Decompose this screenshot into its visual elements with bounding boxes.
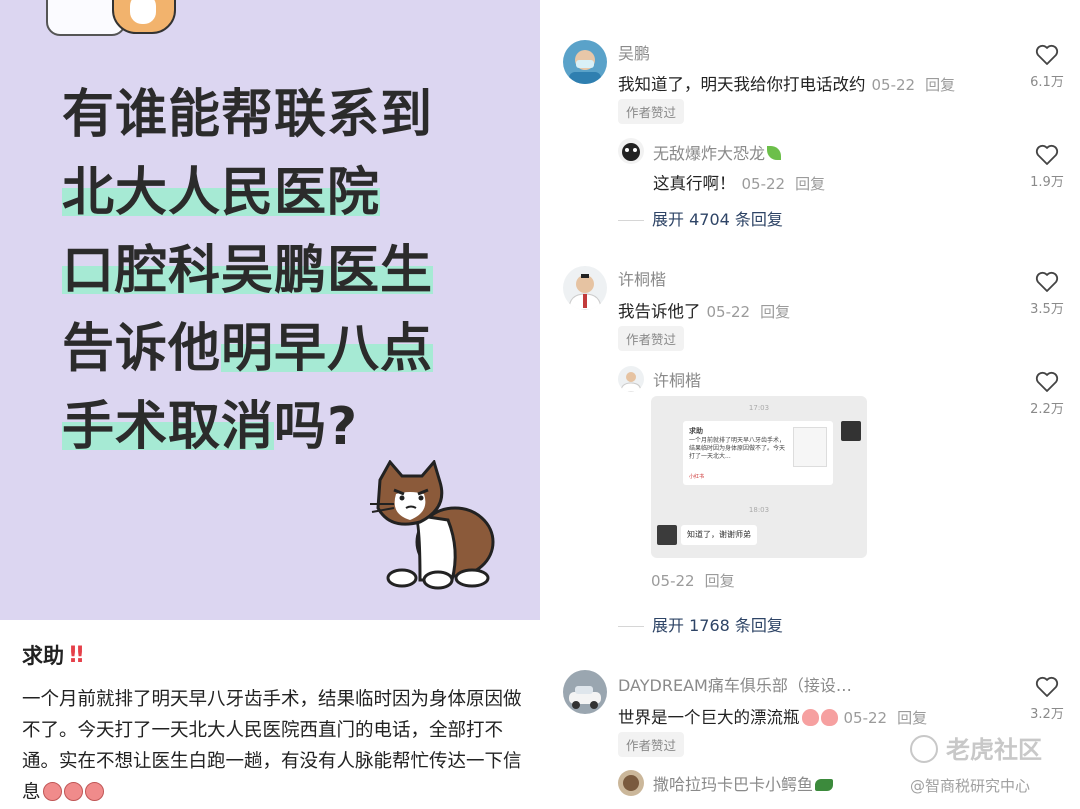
comment-date: 05-22 bbox=[843, 709, 888, 727]
comment-text: 我知道了，明天我给你打电话改约 05-22 回复 bbox=[618, 71, 955, 95]
crying-face-icon bbox=[63, 782, 83, 801]
headline-line-1: 有谁能帮联系到 bbox=[62, 76, 433, 154]
headline-highlight: 口腔科吴鹏医生 bbox=[62, 241, 434, 301]
like-button[interactable]: 1.9万 bbox=[1027, 144, 1067, 190]
avatar[interactable] bbox=[563, 40, 607, 84]
crying-face-icon bbox=[42, 782, 62, 801]
reply-button[interactable]: 回复 bbox=[795, 175, 825, 193]
comment-text: 05-22 回复 bbox=[651, 570, 735, 591]
like-button[interactable]: 3.5万 bbox=[1027, 271, 1067, 317]
shared-post-source: 小红书 bbox=[689, 474, 705, 480]
headline-highlight: 手术取消 bbox=[62, 397, 275, 457]
comment-author[interactable]: 许桐楷 bbox=[618, 266, 666, 290]
watermark-handle: @智商税研究中心 bbox=[910, 777, 1031, 795]
crocodile-emoji-icon bbox=[815, 779, 834, 791]
like-count: 3.2万 bbox=[1030, 707, 1064, 722]
avatar[interactable] bbox=[618, 138, 644, 164]
comment-date: 05-22 bbox=[706, 303, 751, 321]
headline-text: 告诉他 bbox=[62, 319, 222, 379]
reply-button[interactable]: 回复 bbox=[760, 303, 790, 321]
post-body: 一个月前就排了明天早八牙齿手术，结果临时因为身体原因做不了。今天打了一天北大人民… bbox=[22, 684, 522, 808]
avatar[interactable] bbox=[618, 770, 644, 796]
cat-peek-illustration bbox=[112, 0, 176, 34]
heart-icon bbox=[1035, 44, 1059, 65]
headline-text: 有谁能帮联系到 bbox=[62, 85, 434, 145]
headline-line-2: 北大人民医院 bbox=[62, 154, 433, 232]
avatar bbox=[657, 525, 677, 545]
watermark-logo-text: 老虎社区 bbox=[946, 736, 1042, 764]
comment-text: 这真行啊！ 05-22 回复 bbox=[653, 170, 825, 194]
peach-emoji-icon bbox=[801, 709, 819, 726]
comment-author-name[interactable]: 无敌爆炸大恐龙 bbox=[653, 144, 765, 163]
heart-icon bbox=[1035, 371, 1059, 392]
post-image: 有谁能帮联系到 北大人民医院 口腔科吴鹏医生 告诉他明早八点 手术取消吗? bbox=[0, 0, 540, 620]
grumpy-cat-illustration bbox=[370, 460, 495, 590]
comment-author-name[interactable]: 撒哈拉玛卡巴卡小鳄鱼 bbox=[653, 775, 813, 794]
avatar[interactable] bbox=[618, 366, 644, 392]
leaf-emoji-icon bbox=[767, 146, 782, 160]
comment-text: 我告诉他了 05-22 回复 bbox=[618, 298, 790, 322]
avatar[interactable] bbox=[563, 266, 607, 310]
comment-date: 05-22 bbox=[741, 175, 786, 193]
like-count: 6.1万 bbox=[1030, 75, 1064, 90]
comment-author[interactable]: 撒哈拉玛卡巴卡小鳄鱼 bbox=[653, 771, 834, 795]
comment-author[interactable]: 无敌爆炸大恐龙 bbox=[653, 140, 782, 164]
like-count: 3.5万 bbox=[1030, 302, 1064, 317]
comment-author[interactable]: 吴鹏 bbox=[618, 40, 650, 64]
peach-emoji-icon bbox=[820, 709, 838, 726]
heart-icon bbox=[1035, 144, 1059, 165]
like-count: 1.9万 bbox=[1030, 175, 1064, 190]
comment-section: 吴鹏 我知道了，明天我给你打电话改约 05-22 回复 作者赞过 6.1万 无敌爆炸… bbox=[541, 0, 1080, 809]
headline-highlight: 明早八点 bbox=[221, 319, 434, 379]
reply-button[interactable]: 回复 bbox=[705, 572, 735, 590]
like-button[interactable]: 6.1万 bbox=[1027, 44, 1067, 90]
like-count: 2.2万 bbox=[1030, 402, 1064, 417]
shared-post-body: 一个月前就排了明天早八牙齿手术，结果临时因为身体原因做不了。今天打了一天北大..… bbox=[689, 437, 786, 460]
chat-screenshot-image[interactable]: 17:03 求助 一个月前就排了明天早八牙齿手术，结果临时因为身体原因做不了。今… bbox=[651, 396, 867, 558]
post-title-text: 求助 bbox=[22, 644, 64, 668]
comment-body: 世界是一个巨大的漂流瓶 bbox=[618, 708, 800, 727]
expand-replies-link[interactable]: 展开 4704 条回复 bbox=[618, 206, 783, 230]
avatar[interactable] bbox=[563, 670, 607, 714]
expand-replies-link[interactable]: 展开 1768 条回复 bbox=[618, 612, 783, 636]
like-button[interactable]: 2.2万 bbox=[1027, 371, 1067, 417]
comment-date: 05-22 bbox=[871, 76, 916, 94]
heart-icon bbox=[1035, 271, 1059, 292]
post-headline: 有谁能帮联系到 北大人民医院 口腔科吴鹏医生 告诉他明早八点 手术取消吗? bbox=[62, 76, 434, 466]
chat-timestamp: 17:03 bbox=[748, 404, 770, 412]
post-title: 求助 !! bbox=[22, 640, 518, 670]
avatar bbox=[841, 421, 861, 441]
comment-body: 我知道了，明天我给你打电话改约 bbox=[618, 75, 866, 94]
post-text: 求助 !! 一个月前就排了明天早八牙齿手术，结果临时因为身体原因做不了。今天打了… bbox=[0, 620, 540, 809]
watermark-logo: 老虎社区 bbox=[910, 730, 1042, 765]
shared-post-thumbnail bbox=[793, 427, 827, 467]
crying-face-icon bbox=[84, 782, 104, 801]
chat-reply-bubble: 知道了，谢谢师弟 bbox=[681, 525, 757, 545]
comment-body: 这真行啊！ bbox=[653, 174, 736, 193]
author-liked-badge: 作者赞过 bbox=[618, 326, 685, 351]
headline-line-5: 手术取消吗? bbox=[62, 388, 433, 466]
headline-line-3: 口腔科吴鹏医生 bbox=[62, 232, 434, 310]
reply-button[interactable]: 回复 bbox=[897, 709, 927, 727]
comment-text: 世界是一个巨大的漂流瓶 05-22 回复 bbox=[618, 704, 927, 728]
author-liked-badge: 作者赞过 bbox=[618, 732, 685, 757]
like-button[interactable]: 3.2万 bbox=[1027, 676, 1067, 722]
headline-line-4: 告诉他明早八点 bbox=[62, 310, 434, 388]
chat-timestamp: 18:03 bbox=[748, 506, 770, 514]
tiger-logo-icon bbox=[910, 735, 938, 763]
comment-author[interactable]: DAYDREAM痛车俱乐部（接设… bbox=[618, 672, 852, 696]
headline-text: 吗? bbox=[274, 397, 359, 457]
headline-highlight: 北大人民医院 bbox=[62, 163, 381, 223]
comment-author[interactable]: 许桐楷 bbox=[653, 367, 701, 391]
reply-button[interactable]: 回复 bbox=[925, 76, 955, 94]
author-liked-badge: 作者赞过 bbox=[618, 99, 685, 124]
shared-post-card: 求助 一个月前就排了明天早八牙齿手术，结果临时因为身体原因做不了。今天打了一天北… bbox=[683, 421, 833, 485]
comment-body: 我告诉他了 bbox=[618, 302, 701, 321]
heart-icon bbox=[1035, 676, 1059, 697]
comment-date: 05-22 bbox=[651, 572, 695, 590]
double-exclamation-icon: !! bbox=[68, 642, 85, 668]
